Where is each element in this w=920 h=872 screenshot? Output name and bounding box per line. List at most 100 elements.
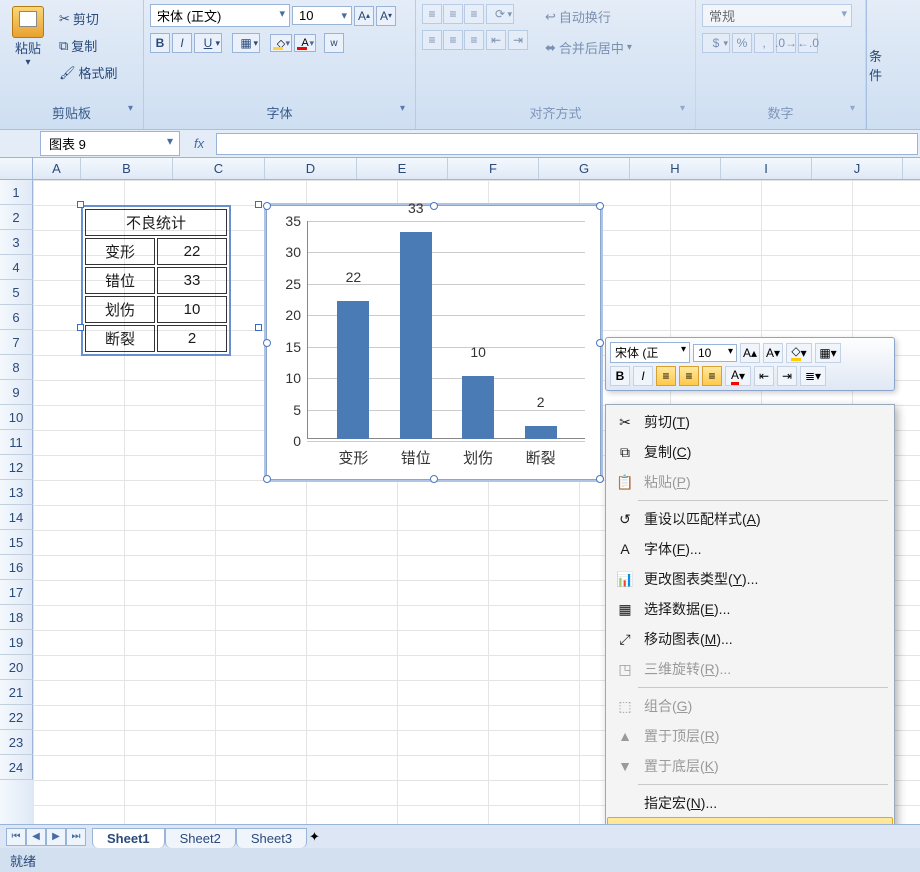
name-box[interactable]: 图表 9	[40, 131, 180, 156]
column-header[interactable]: G	[539, 158, 630, 179]
row-header[interactable]: 12	[0, 455, 33, 480]
chart-handle[interactable]	[430, 475, 438, 483]
tab-nav-prev[interactable]: ◀	[26, 828, 46, 846]
indent-inc[interactable]: ⇥	[508, 30, 528, 50]
merge-center-button[interactable]: ⬌合并后居中▾	[540, 35, 637, 60]
currency-button[interactable]: $	[702, 33, 730, 53]
chart-handle[interactable]	[263, 339, 271, 347]
selection-handle[interactable]	[77, 201, 84, 208]
column-header[interactable]: J	[812, 158, 903, 179]
mini-size-select[interactable]: 10	[693, 344, 737, 362]
sheet-tab[interactable]: Sheet2	[165, 828, 236, 848]
context-menu-item[interactable]: ↺重设以匹配样式(A)	[608, 504, 892, 534]
column-header[interactable]: F	[448, 158, 539, 179]
context-menu-item[interactable]: A字体(F)...	[608, 534, 892, 564]
sheet-tab[interactable]: Sheet3	[236, 828, 307, 848]
row-header[interactable]: 18	[0, 605, 33, 630]
row-header[interactable]: 9	[0, 380, 33, 405]
context-menu-item[interactable]: ⤢移动图表(M)...	[608, 624, 892, 654]
context-menu-item[interactable]: 指定宏(N)...	[608, 788, 892, 818]
chart-handle[interactable]	[596, 339, 604, 347]
column-header[interactable]: C	[173, 158, 265, 179]
font-size-select[interactable]: 10	[292, 6, 352, 25]
mini-indent-inc[interactable]: ⇥	[777, 366, 797, 386]
row-header[interactable]: 22	[0, 705, 33, 730]
chart-handle[interactable]	[263, 202, 271, 210]
context-menu-item[interactable]: ▦选择数据(E)...	[608, 594, 892, 624]
percent-button[interactable]: %	[732, 33, 752, 53]
mini-align-right[interactable]: ≡	[702, 366, 722, 386]
chart-handle[interactable]	[596, 475, 604, 483]
selection-handle[interactable]	[255, 324, 262, 331]
row-header[interactable]: 5	[0, 280, 33, 305]
copy-button[interactable]: ⧉复制	[54, 33, 123, 58]
selection-handle[interactable]	[77, 324, 84, 331]
tab-nav-next[interactable]: ▶	[46, 828, 66, 846]
align-bottom[interactable]: ≡	[464, 4, 484, 24]
row-header[interactable]: 15	[0, 530, 33, 555]
column-header[interactable]: E	[357, 158, 448, 179]
column-header[interactable]: A	[33, 158, 81, 179]
chart-bar[interactable]	[525, 426, 557, 439]
cut-button[interactable]: ✂剪切	[54, 6, 123, 31]
sheet-tab[interactable]: Sheet1	[92, 828, 165, 848]
row-header[interactable]: 14	[0, 505, 33, 530]
border-button[interactable]: ▦	[232, 33, 260, 53]
grow-font-button[interactable]: A▴	[354, 6, 374, 26]
comma-button[interactable]: ,	[754, 33, 774, 53]
underline-button[interactable]: U	[194, 33, 222, 53]
mini-fill-color[interactable]: ◇▾	[786, 343, 812, 363]
column-header[interactable]: H	[630, 158, 721, 179]
inc-decimal[interactable]: .0→	[776, 33, 796, 53]
chart-handle[interactable]	[263, 475, 271, 483]
paste-button[interactable]: 粘贴 ▾	[6, 4, 50, 70]
mini-indent-dec[interactable]: ⇤	[754, 366, 774, 386]
column-header[interactable]: B	[81, 158, 173, 179]
row-header[interactable]: 11	[0, 430, 33, 455]
mini-shrink-font[interactable]: A▾	[763, 343, 783, 363]
font-color-button[interactable]: A	[294, 34, 316, 52]
chart-bar[interactable]	[337, 301, 369, 439]
mini-font-select[interactable]: 宋体 (正	[610, 342, 690, 363]
chart-handle[interactable]	[430, 202, 438, 210]
chart-bar[interactable]	[462, 376, 494, 439]
wrap-text-button[interactable]: ↩自动换行	[540, 4, 637, 29]
mini-align-center[interactable]: ≡	[679, 366, 699, 386]
number-format-select[interactable]: 常规	[702, 4, 852, 27]
align-middle[interactable]: ≡	[443, 4, 463, 24]
selection-handle[interactable]	[255, 201, 262, 208]
row-header[interactable]: 23	[0, 730, 33, 755]
mini-grow-font[interactable]: A▴	[740, 343, 760, 363]
dec-decimal[interactable]: ←.0	[798, 33, 818, 53]
bold-button[interactable]: B	[150, 33, 170, 53]
row-header[interactable]: 4	[0, 255, 33, 280]
mini-bullets[interactable]: ≣▾	[800, 366, 826, 386]
column-header[interactable]: D	[265, 158, 357, 179]
mini-italic[interactable]: I	[633, 366, 653, 386]
row-header[interactable]: 8	[0, 355, 33, 380]
context-menu-item[interactable]: ⧉复制(C)	[608, 437, 892, 467]
row-header[interactable]: 20	[0, 655, 33, 680]
tab-nav-last[interactable]: ⏭	[66, 828, 86, 846]
shrink-font-button[interactable]: A▾	[376, 6, 396, 26]
mini-border[interactable]: ▦▾	[815, 343, 841, 363]
align-right[interactable]: ≡	[464, 30, 484, 50]
embedded-chart[interactable]: 0510152025303522变形33错位10划伤2断裂	[266, 205, 601, 480]
row-header[interactable]: 24	[0, 755, 33, 780]
align-left[interactable]: ≡	[422, 30, 442, 50]
row-header[interactable]: 7	[0, 330, 33, 355]
context-menu-item[interactable]: ✂剪切(T)	[608, 407, 892, 437]
tab-nav-first[interactable]: ⏮	[6, 828, 26, 846]
chart-bar[interactable]	[400, 232, 432, 439]
chart-handle[interactable]	[596, 202, 604, 210]
fill-color-button[interactable]: ◇	[270, 34, 292, 52]
row-header[interactable]: 2	[0, 205, 33, 230]
row-header[interactable]: 19	[0, 630, 33, 655]
fx-button[interactable]: fx	[184, 136, 214, 151]
row-header[interactable]: 16	[0, 555, 33, 580]
row-header[interactable]: 1	[0, 180, 33, 205]
row-header[interactable]: 21	[0, 680, 33, 705]
italic-button[interactable]: I	[172, 33, 192, 53]
row-header[interactable]: 10	[0, 405, 33, 430]
column-header[interactable]: I	[721, 158, 812, 179]
